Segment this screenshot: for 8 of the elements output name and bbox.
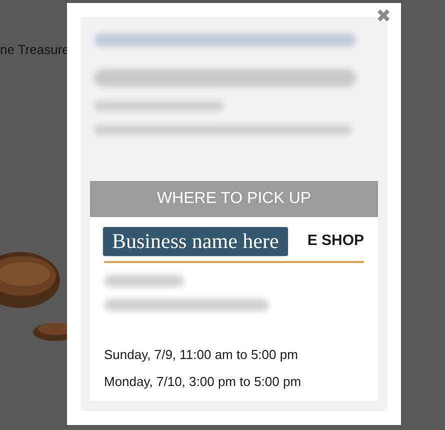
section-header: WHERE TO PICK UP [90, 181, 378, 217]
business-name-label: Business name here [103, 226, 288, 256]
pickup-time: Sunday, 7/9, 11:00 am to 5:00 pm [104, 346, 299, 364]
close-button[interactable]: ✖ [376, 7, 391, 25]
blurred-link[interactable] [94, 33, 356, 47]
pickup-time: Monday, 7/10, 3:00 pm to 5:00 pm [104, 372, 302, 391]
page-heading: ne Treasure [0, 41, 70, 59]
shop-name: E SHOP [307, 230, 364, 251]
